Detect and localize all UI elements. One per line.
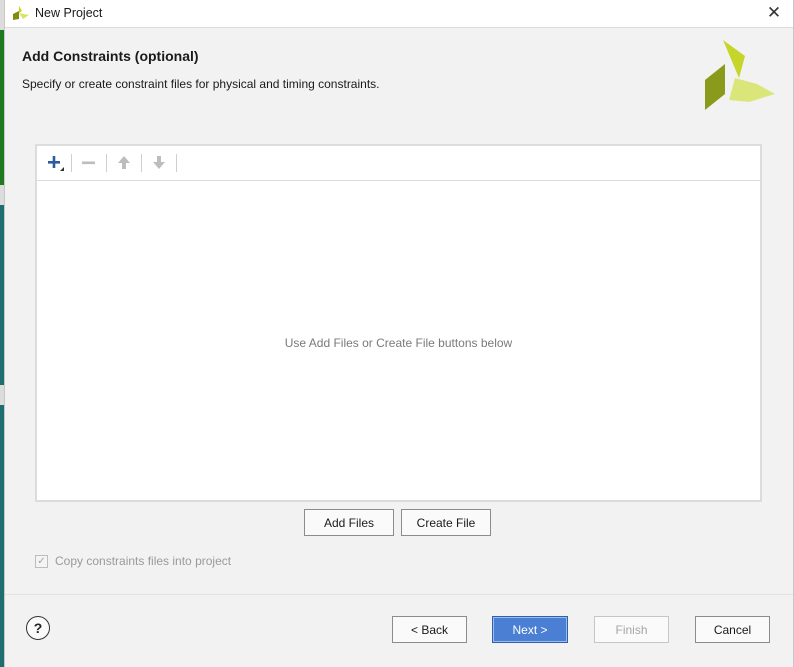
finish-button[interactable]: Finish (594, 616, 669, 643)
constraints-file-list[interactable]: Use Add Files or Create File buttons bel… (37, 181, 760, 500)
constraints-file-panel: Use Add Files or Create File buttons bel… (35, 144, 762, 502)
move-up-button[interactable] (112, 152, 136, 174)
page-title: Add Constraints (optional) (22, 48, 199, 64)
empty-list-message: Use Add Files or Create File buttons bel… (284, 336, 513, 350)
vivado-logo-icon (705, 40, 775, 110)
copy-constraints-checkbox[interactable]: ✓ (35, 554, 48, 568)
back-button[interactable]: < Back (392, 616, 467, 643)
create-file-button[interactable]: Create File (401, 509, 491, 536)
move-up-icon (118, 156, 130, 169)
page-header: Add Constraints (optional) Specify or cr… (5, 29, 793, 121)
toolbar-separator (71, 154, 72, 172)
move-down-button[interactable] (147, 152, 171, 174)
remove-icon (82, 161, 95, 165)
add-icon (48, 156, 64, 171)
remove-button[interactable] (77, 152, 101, 174)
next-button[interactable]: Next > (492, 616, 568, 643)
new-project-dialog: New Project ✕ Add Constraints (optional)… (4, 0, 794, 667)
vivado-app-icon (13, 6, 29, 20)
move-down-icon (153, 156, 165, 169)
file-list-toolbar (37, 146, 760, 181)
footer-divider (5, 594, 793, 595)
page-description: Specify or create constraint files for p… (22, 77, 380, 91)
copy-constraints-option: ✓ Copy constraints files into project (35, 553, 231, 569)
toolbar-separator (141, 154, 142, 172)
cancel-button[interactable]: Cancel (695, 616, 770, 643)
toolbar-separator (176, 154, 177, 172)
add-button[interactable] (43, 152, 67, 174)
toolbar-separator (106, 154, 107, 172)
add-files-button[interactable]: Add Files (304, 509, 394, 536)
title-bar[interactable]: New Project ✕ (5, 0, 793, 28)
close-button[interactable]: ✕ (763, 3, 785, 23)
copy-constraints-label: Copy constraints files into project (55, 554, 232, 568)
window-title: New Project (35, 6, 103, 20)
help-button[interactable]: ? (26, 616, 50, 640)
